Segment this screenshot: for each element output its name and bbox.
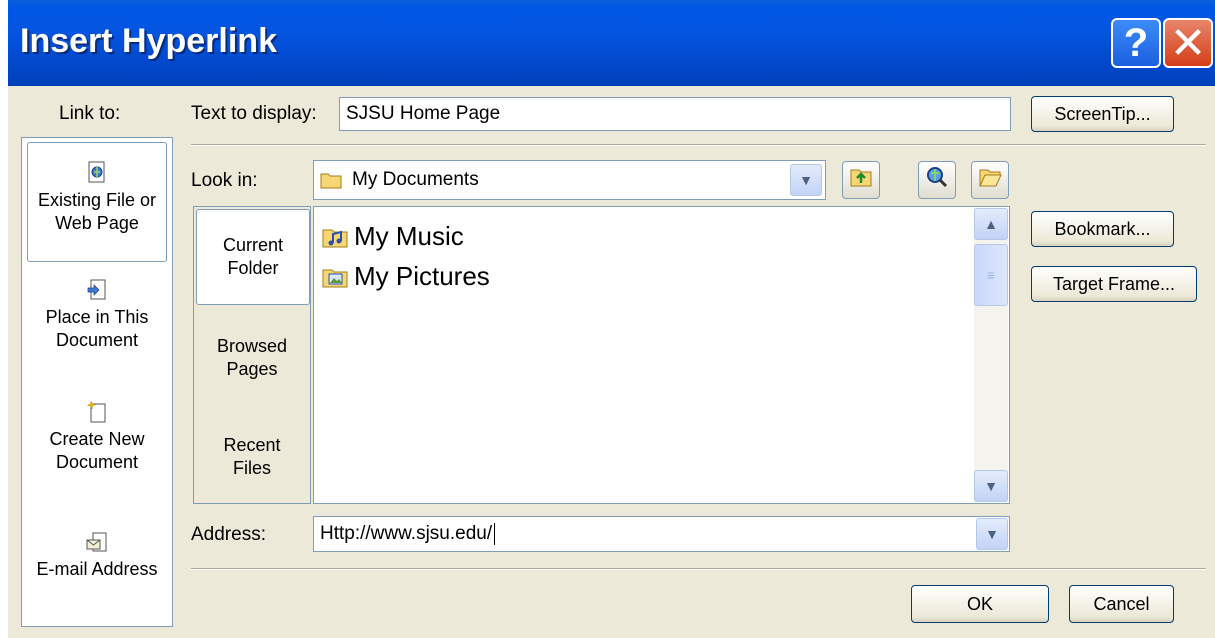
link-email-address[interactable]: E-mail Address bbox=[22, 530, 172, 581]
folder-icon bbox=[320, 170, 342, 190]
close-button[interactable]: ✕ bbox=[1163, 18, 1213, 68]
text-to-display-label: Text to display: bbox=[191, 103, 317, 124]
look-in-label: Look in: bbox=[191, 170, 258, 191]
link-place-in-document[interactable]: Place in This Document bbox=[22, 278, 172, 352]
chevron-down-icon: ▼ bbox=[799, 172, 813, 188]
link-to-bar: Existing File or Web Page Place in This … bbox=[21, 137, 173, 627]
tab-recent-files-label-1: Recent bbox=[223, 435, 281, 455]
look-in-combo[interactable]: My Documents ▼ bbox=[313, 160, 826, 200]
file-list-scrollbar[interactable]: ▲ ≡ ▼ bbox=[974, 208, 1008, 502]
target-frame-button[interactable]: Target Frame... bbox=[1031, 266, 1197, 302]
tab-browsed-pages[interactable]: Browsed Pages bbox=[194, 335, 310, 381]
email-icon bbox=[85, 530, 109, 554]
browse-tabs: Current Folder Browsed Pages Recent File… bbox=[193, 206, 311, 504]
scroll-thumb[interactable]: ≡ bbox=[974, 244, 1008, 306]
title-bar[interactable]: Insert Hyperlink ? ✕ bbox=[8, 0, 1215, 86]
insert-hyperlink-dialog: Insert Hyperlink ? ✕ Link to: Existing F… bbox=[8, 0, 1215, 638]
address-label: Address: bbox=[191, 524, 266, 545]
screentip-button[interactable]: ScreenTip... bbox=[1031, 96, 1174, 132]
tab-current-folder-label-2: Folder bbox=[227, 258, 279, 278]
tab-recent-files-label-2: Files bbox=[232, 458, 271, 478]
link-existing-file-label-1: Existing File or bbox=[37, 190, 157, 210]
link-email-label: E-mail Address bbox=[36, 559, 158, 579]
address-input[interactable]: Http://www.sjsu.edu/ bbox=[320, 523, 492, 545]
bookmark-button[interactable]: Bookmark... bbox=[1031, 211, 1174, 247]
place-in-document-icon bbox=[85, 278, 109, 302]
link-to-label: Link to: bbox=[59, 103, 121, 124]
look-in-dropdown-arrow[interactable]: ▼ bbox=[790, 164, 822, 196]
browse-file-button[interactable] bbox=[971, 161, 1009, 199]
scroll-up-button[interactable]: ▲ bbox=[974, 208, 1008, 240]
link-existing-file[interactable]: Existing File or Web Page bbox=[27, 142, 167, 262]
link-create-new-document[interactable]: Create New Document bbox=[22, 400, 172, 474]
help-button[interactable]: ? bbox=[1111, 18, 1161, 68]
bottom-separator bbox=[191, 568, 1206, 570]
file-name: My Pictures bbox=[354, 261, 490, 291]
tab-recent-files[interactable]: Recent Files bbox=[194, 434, 310, 480]
text-cursor bbox=[494, 523, 496, 545]
up-one-folder-button[interactable] bbox=[842, 161, 880, 199]
link-place-label-1: Place in This bbox=[45, 307, 149, 327]
text-to-display-input[interactable]: SJSU Home Page bbox=[339, 97, 1011, 131]
new-document-icon bbox=[85, 400, 109, 424]
dialog-title: Insert Hyperlink bbox=[20, 22, 277, 60]
help-icon: ? bbox=[1123, 20, 1149, 65]
file-name: My Music bbox=[354, 221, 464, 251]
tab-current-folder[interactable]: Current Folder bbox=[196, 209, 310, 305]
cancel-button[interactable]: Cancel bbox=[1069, 585, 1174, 623]
browse-web-button[interactable] bbox=[918, 161, 956, 199]
link-existing-file-label-2: Web Page bbox=[55, 213, 139, 233]
music-folder-icon bbox=[322, 224, 348, 250]
pictures-folder-icon bbox=[322, 264, 348, 290]
look-in-value: My Documents bbox=[352, 169, 479, 190]
close-icon: ✕ bbox=[1169, 18, 1207, 68]
tab-browsed-pages-label-2: Pages bbox=[226, 359, 278, 379]
file-list[interactable]: My Music My Pictures ▲ ≡ ▼ bbox=[313, 206, 1010, 504]
ok-button[interactable]: OK bbox=[911, 585, 1049, 623]
tab-current-folder-label-1: Current bbox=[222, 235, 284, 255]
top-separator bbox=[191, 144, 1206, 146]
chevron-down-icon: ▼ bbox=[984, 478, 998, 494]
address-dropdown-arrow[interactable]: ▼ bbox=[976, 518, 1008, 550]
list-item[interactable]: My Music bbox=[322, 221, 464, 252]
up-folder-icon bbox=[849, 166, 873, 194]
list-item[interactable]: My Pictures bbox=[322, 261, 490, 292]
link-create-new-label-2: Document bbox=[55, 452, 139, 472]
link-place-label-2: Document bbox=[55, 330, 139, 350]
open-folder-icon bbox=[978, 166, 1002, 194]
grip-icon: ≡ bbox=[986, 267, 996, 283]
chevron-down-icon: ▼ bbox=[985, 526, 999, 542]
address-combo[interactable]: Http://www.sjsu.edu/ ▼ bbox=[313, 516, 1010, 552]
tab-browsed-pages-label-1: Browsed bbox=[216, 336, 288, 356]
chevron-up-icon: ▲ bbox=[984, 216, 998, 232]
link-create-new-label-1: Create New bbox=[49, 429, 145, 449]
browse-web-icon bbox=[925, 165, 949, 195]
scroll-down-button[interactable]: ▼ bbox=[974, 470, 1008, 502]
web-file-icon bbox=[85, 161, 109, 185]
